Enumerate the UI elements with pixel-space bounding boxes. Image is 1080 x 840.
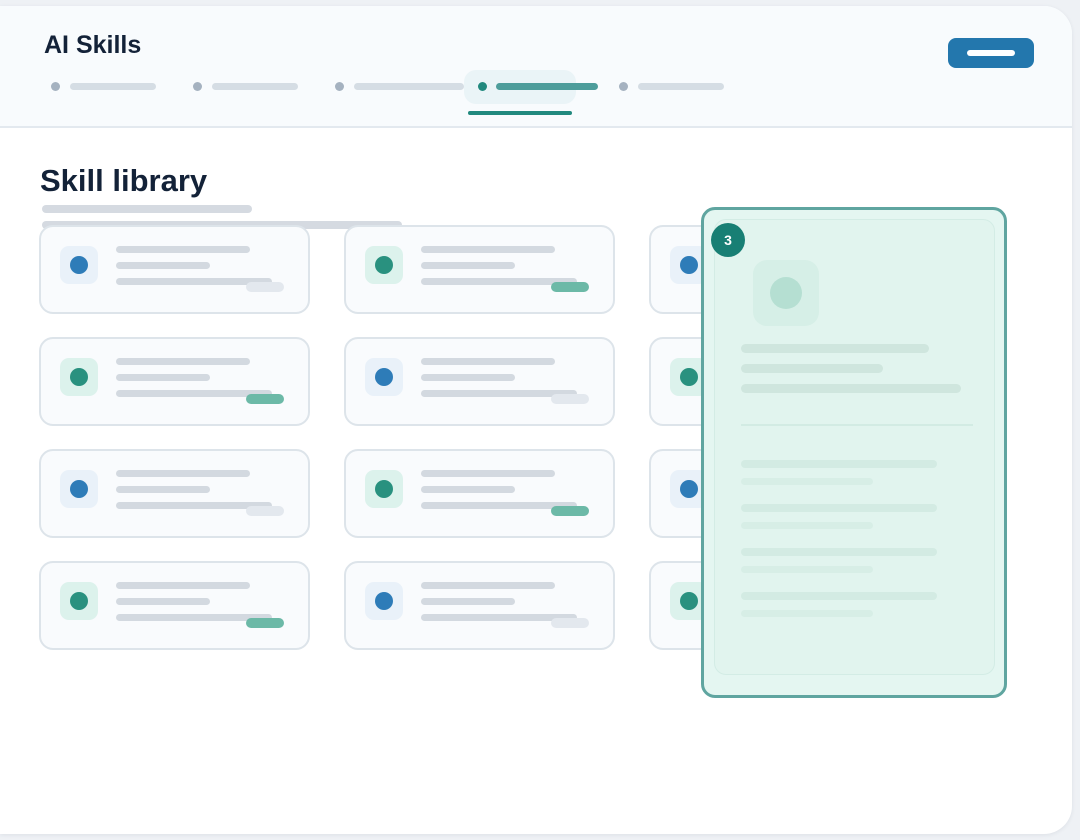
card-tag-pill bbox=[246, 506, 284, 516]
card-tag-pill bbox=[551, 394, 589, 404]
panel-title-placeholder bbox=[741, 344, 929, 353]
panel-row-placeholder bbox=[741, 478, 873, 485]
skill-icon bbox=[60, 470, 98, 508]
panel-row-placeholder bbox=[741, 566, 873, 573]
skill-icon bbox=[365, 470, 403, 508]
page-title: Skill library bbox=[40, 163, 208, 198]
panel-text-placeholder bbox=[741, 384, 961, 393]
card-subtitle-placeholder bbox=[421, 598, 515, 605]
skill-dot-icon bbox=[70, 592, 88, 610]
skill-card[interactable] bbox=[344, 561, 615, 650]
skill-dot-icon bbox=[680, 256, 698, 274]
card-title-placeholder bbox=[421, 470, 555, 477]
card-subtitle-placeholder bbox=[421, 486, 515, 493]
active-tab-underline bbox=[468, 111, 572, 115]
skill-dot-icon bbox=[70, 256, 88, 274]
primary-action-button[interactable] bbox=[948, 38, 1034, 68]
tab-label-placeholder bbox=[70, 83, 156, 90]
card-title-placeholder bbox=[116, 582, 250, 589]
tab-label-placeholder bbox=[638, 83, 724, 90]
skill-card[interactable] bbox=[39, 561, 310, 650]
tab-dot-icon bbox=[619, 82, 628, 91]
tab-dot-icon bbox=[193, 82, 202, 91]
card-subtitle-placeholder bbox=[421, 374, 515, 381]
tab-3[interactable] bbox=[328, 70, 464, 104]
skill-icon bbox=[60, 582, 98, 620]
card-subtitle-placeholder bbox=[116, 374, 210, 381]
skill-card[interactable] bbox=[39, 337, 310, 426]
skill-detail-panel[interactable] bbox=[701, 207, 1007, 698]
panel-content bbox=[714, 219, 995, 675]
skill-dot-icon bbox=[375, 480, 393, 498]
card-subtitle-placeholder bbox=[116, 486, 210, 493]
skill-avatar-icon bbox=[770, 277, 802, 309]
skill-dot-icon bbox=[680, 592, 698, 610]
tab-dot-icon bbox=[51, 82, 60, 91]
skill-icon bbox=[365, 246, 403, 284]
tab-dot-icon bbox=[335, 82, 344, 91]
card-subtitle-placeholder bbox=[116, 262, 210, 269]
card-title-placeholder bbox=[421, 246, 555, 253]
skill-dot-icon bbox=[375, 256, 393, 274]
panel-row-placeholder bbox=[741, 522, 873, 529]
skill-icon bbox=[365, 358, 403, 396]
app-window: AI Skills Skill library 3 bbox=[0, 6, 1072, 834]
tab-dot-icon bbox=[478, 82, 487, 91]
skill-dot-icon bbox=[680, 368, 698, 386]
skill-icon bbox=[60, 358, 98, 396]
tab-1[interactable] bbox=[44, 70, 162, 104]
skill-dot-icon bbox=[375, 592, 393, 610]
card-tag-pill bbox=[246, 282, 284, 292]
subtitle-placeholder bbox=[42, 205, 252, 213]
skill-card[interactable] bbox=[344, 449, 615, 538]
panel-row-placeholder bbox=[741, 610, 873, 617]
step-number-badge: 3 bbox=[711, 223, 745, 257]
skill-card[interactable] bbox=[39, 449, 310, 538]
card-title-placeholder bbox=[116, 358, 250, 365]
skill-dot-icon bbox=[70, 480, 88, 498]
tab-label-placeholder bbox=[496, 83, 598, 90]
panel-subtitle-placeholder bbox=[741, 364, 883, 373]
skill-dot-icon bbox=[680, 480, 698, 498]
tab-4-active[interactable] bbox=[464, 70, 598, 104]
card-tag-pill bbox=[246, 394, 284, 404]
card-subtitle-placeholder bbox=[421, 262, 515, 269]
card-title-placeholder bbox=[116, 246, 250, 253]
panel-row-placeholder bbox=[741, 592, 937, 600]
skill-dot-icon bbox=[375, 368, 393, 386]
skill-card[interactable] bbox=[344, 225, 615, 314]
card-tag-pill bbox=[551, 282, 589, 292]
primary-action-button-label-placeholder bbox=[967, 50, 1015, 56]
skill-icon bbox=[60, 246, 98, 284]
panel-row-placeholder bbox=[741, 548, 937, 556]
card-tag-pill bbox=[551, 506, 589, 516]
tab-5[interactable] bbox=[612, 70, 730, 104]
card-title-placeholder bbox=[421, 582, 555, 589]
app-title: AI Skills bbox=[44, 31, 142, 59]
card-title-placeholder bbox=[421, 358, 555, 365]
tab-label-placeholder bbox=[212, 83, 298, 90]
panel-divider bbox=[741, 424, 973, 426]
tab-label-placeholder bbox=[354, 83, 464, 90]
skill-icon bbox=[365, 582, 403, 620]
panel-row-placeholder bbox=[741, 504, 937, 512]
card-title-placeholder bbox=[116, 470, 250, 477]
tab-2[interactable] bbox=[186, 70, 304, 104]
skill-card[interactable] bbox=[344, 337, 615, 426]
panel-row-placeholder bbox=[741, 460, 937, 468]
skill-avatar bbox=[753, 260, 819, 326]
card-tag-pill bbox=[551, 618, 589, 628]
skill-card[interactable] bbox=[39, 225, 310, 314]
card-tag-pill bbox=[246, 618, 284, 628]
top-header: AI Skills bbox=[0, 6, 1072, 128]
skill-dot-icon bbox=[70, 368, 88, 386]
card-subtitle-placeholder bbox=[116, 598, 210, 605]
